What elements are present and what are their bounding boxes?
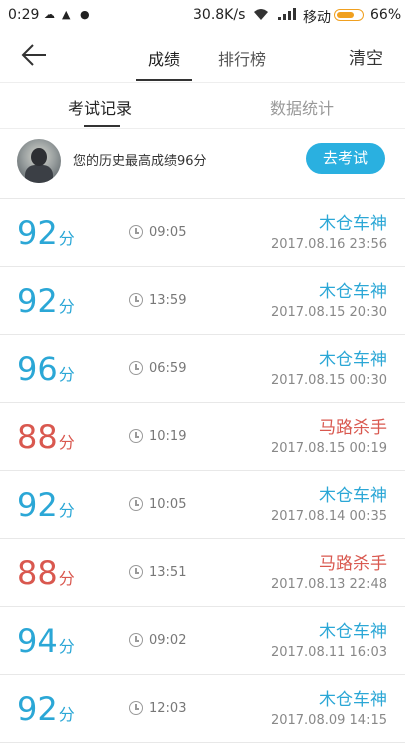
score-unit: 分 xyxy=(58,501,75,520)
record-score: 92分 xyxy=(17,283,75,325)
record-title: 木仓车神 xyxy=(319,350,387,370)
record-date: 2017.08.09 14:15 xyxy=(270,713,387,728)
record-row[interactable]: 92分 13:59 木仓车神 2017.08.15 20:30 xyxy=(0,267,405,335)
score-value: 92 xyxy=(17,690,58,728)
record-date: 2017.08.15 00:30 xyxy=(270,373,387,388)
clock-icon xyxy=(129,361,143,375)
record-score: 88分 xyxy=(17,419,75,461)
clock-icon xyxy=(129,701,143,715)
record-duration: 10:19 xyxy=(149,429,187,444)
score-unit: 分 xyxy=(58,637,75,656)
record-row[interactable]: 96分 06:59 木仓车神 2017.08.15 00:30 xyxy=(0,335,405,403)
carrier-label: 移动 xyxy=(303,10,331,26)
record-title: 木仓车神 xyxy=(319,282,387,302)
record-title: 木仓车神 xyxy=(319,214,387,234)
record-row[interactable]: 88分 13:51 马路杀手 2017.08.13 22:48 xyxy=(0,539,405,607)
clock-icon xyxy=(129,225,143,239)
clear-button[interactable]: 清空 xyxy=(349,44,383,69)
record-title: 木仓车神 xyxy=(319,486,387,506)
go-exam-button[interactable]: 去考试 xyxy=(306,143,385,174)
clock-icon xyxy=(129,565,143,579)
status-bar: 0:29 ☁ ▲ ● 30.8K/s 移动 66% xyxy=(0,0,405,30)
record-duration: 09:02 xyxy=(149,633,187,648)
score-unit: 分 xyxy=(58,365,75,384)
record-row[interactable]: 88分 10:19 马路杀手 2017.08.15 00:19 xyxy=(0,403,405,471)
record-duration: 10:05 xyxy=(149,497,187,512)
record-date: 2017.08.15 20:30 xyxy=(270,305,387,320)
avatar xyxy=(17,139,61,183)
back-arrow-icon[interactable] xyxy=(20,42,50,68)
notification-icon: ▲ xyxy=(62,8,71,21)
subtab-indicator xyxy=(84,125,120,127)
score-unit: 分 xyxy=(58,705,75,724)
tab-scores[interactable]: 成绩 xyxy=(148,46,180,70)
clock-icon xyxy=(129,633,143,647)
score-value: 88 xyxy=(17,418,58,456)
record-duration: 13:59 xyxy=(149,293,187,308)
record-date: 2017.08.15 00:19 xyxy=(270,441,387,456)
record-date: 2017.08.14 00:35 xyxy=(270,509,387,524)
record-score: 88分 xyxy=(17,555,75,597)
record-row[interactable]: 92分 09:05 木仓车神 2017.08.16 23:56 xyxy=(0,199,405,267)
record-row[interactable]: 94分 09:02 木仓车神 2017.08.11 16:03 xyxy=(0,607,405,675)
score-value: 96 xyxy=(17,350,58,388)
subtab-statistics[interactable]: 数据统计 xyxy=(270,95,334,119)
record-duration: 09:05 xyxy=(149,225,187,240)
record-row[interactable]: 92分 12:03 木仓车神 2017.08.09 14:15 xyxy=(0,675,405,743)
subtab-exam-records[interactable]: 考试记录 xyxy=(68,95,132,119)
record-score: 92分 xyxy=(17,487,75,529)
record-list: 92分 09:05 木仓车神 2017.08.16 23:56 92分 13:59 木仓车神… xyxy=(0,199,405,743)
record-score: 94分 xyxy=(17,623,75,665)
score-value: 94 xyxy=(17,622,58,660)
score-value: 88 xyxy=(17,554,58,592)
tab-indicator xyxy=(136,79,192,81)
record-title: 马路杀手 xyxy=(319,554,387,574)
record-score: 92分 xyxy=(17,691,75,733)
wifi-icon xyxy=(254,9,268,20)
cloud-icon: ☁ xyxy=(44,8,55,21)
score-unit: 分 xyxy=(58,433,75,452)
record-duration: 06:59 xyxy=(149,361,187,376)
record-score: 96分 xyxy=(17,351,75,393)
net-speed: 30.8K/s xyxy=(193,7,246,23)
record-date: 2017.08.11 16:03 xyxy=(270,645,387,660)
record-date: 2017.08.16 23:56 xyxy=(270,237,387,252)
battery-icon xyxy=(334,9,364,21)
record-duration: 13:51 xyxy=(149,565,187,580)
tab-leaderboard[interactable]: 排行榜 xyxy=(218,46,266,70)
top-nav: 成绩 排行榜 清空 xyxy=(0,30,405,83)
score-unit: 分 xyxy=(58,297,75,316)
battery-percent: 66% xyxy=(370,7,402,23)
record-title: 木仓车神 xyxy=(319,622,387,642)
score-value: 92 xyxy=(17,214,58,252)
record-date: 2017.08.13 22:48 xyxy=(270,577,387,592)
score-unit: 分 xyxy=(58,569,75,588)
record-title: 木仓车神 xyxy=(319,690,387,710)
subtabs: 考试记录 数据统计 xyxy=(0,82,405,129)
clock-icon xyxy=(129,429,143,443)
record-duration: 12:03 xyxy=(149,701,187,716)
score-value: 92 xyxy=(17,486,58,524)
clock-icon xyxy=(129,293,143,307)
record-score: 92分 xyxy=(17,215,75,257)
score-value: 92 xyxy=(17,282,58,320)
status-time: 0:29 xyxy=(8,7,40,23)
best-score-panel: 您的历史最高成绩96分 去考试 xyxy=(0,128,405,199)
signal-icon xyxy=(278,8,296,20)
score-unit: 分 xyxy=(58,229,75,248)
clock-icon xyxy=(129,497,143,511)
record-row[interactable]: 92分 10:05 木仓车神 2017.08.14 00:35 xyxy=(0,471,405,539)
best-score-text: 您的历史最高成绩96分 xyxy=(73,154,207,169)
android-icon: ● xyxy=(80,8,90,21)
record-title: 马路杀手 xyxy=(319,418,387,438)
